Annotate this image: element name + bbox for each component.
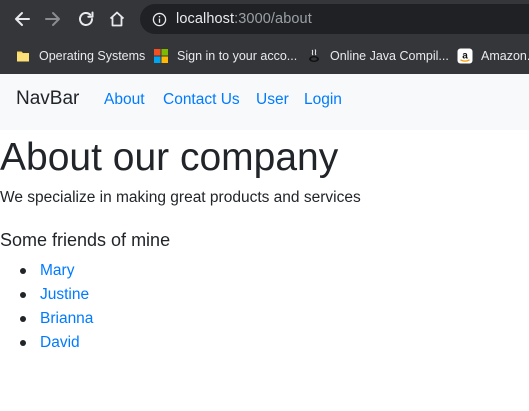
back-icon[interactable]: [11, 8, 33, 30]
bullet-icon: [20, 316, 26, 322]
friend-link-mary[interactable]: Mary: [40, 262, 74, 279]
page-lead: We specialize in making great products a…: [0, 189, 361, 206]
forward-icon[interactable]: [42, 8, 64, 30]
nav-link-contact-us[interactable]: Contact Us: [163, 91, 240, 109]
friend-link-justine[interactable]: Justine: [40, 286, 89, 303]
bullet-icon: [20, 340, 26, 346]
navbar-brand[interactable]: NavBar: [16, 88, 79, 110]
java-icon: [306, 48, 322, 64]
bookmark-amazon[interactable]: a Amazon...: [457, 38, 529, 74]
friend-link-brianna[interactable]: Brianna: [40, 310, 93, 327]
list-item: Justine: [0, 284, 93, 308]
bullet-icon: [20, 268, 26, 274]
bookmark-operating-systems[interactable]: Operating Systems: [15, 38, 145, 74]
list-item: Brianna: [0, 308, 93, 332]
nav-link-login[interactable]: Login: [304, 91, 342, 109]
bullet-icon: [20, 292, 26, 298]
nav-link-about[interactable]: About: [104, 91, 145, 109]
list-item: Mary: [0, 260, 93, 284]
bookmarks-bar: Operating Systems Sign in to your acco..…: [0, 38, 529, 74]
url-host: localhost: [176, 11, 235, 27]
amazon-icon: a: [457, 48, 473, 64]
bookmark-label: Amazon...: [481, 49, 529, 63]
url-text: localhost:3000/about: [176, 11, 312, 27]
friends-heading: Some friends of mine: [0, 230, 171, 250]
nav-link-user[interactable]: User: [256, 91, 289, 109]
page-title: About our company: [0, 136, 339, 179]
folder-icon: [15, 48, 31, 64]
bookmark-label: Online Java Compil...: [330, 49, 449, 63]
home-icon[interactable]: [106, 8, 128, 30]
list-item: David: [0, 332, 93, 356]
reload-icon[interactable]: [75, 8, 97, 30]
address-bar[interactable]: localhost:3000/about: [140, 4, 529, 34]
svg-text:a: a: [462, 51, 468, 62]
friends-list: Mary Justine Brianna David: [0, 260, 93, 356]
microsoft-icon: [153, 48, 169, 64]
browser-toolbar: localhost:3000/about: [0, 0, 529, 38]
url-path: :3000/about: [234, 11, 312, 27]
bookmark-microsoft-signin[interactable]: Sign in to your acco...: [153, 38, 297, 74]
site-navbar: NavBar About Contact Us User Login: [0, 74, 529, 130]
info-icon[interactable]: [151, 11, 167, 27]
bookmark-label: Operating Systems: [39, 49, 146, 63]
friend-link-david[interactable]: David: [40, 334, 80, 351]
bookmark-label: Sign in to your acco...: [177, 49, 298, 63]
bookmark-java-compiler[interactable]: Online Java Compil...: [306, 38, 449, 74]
